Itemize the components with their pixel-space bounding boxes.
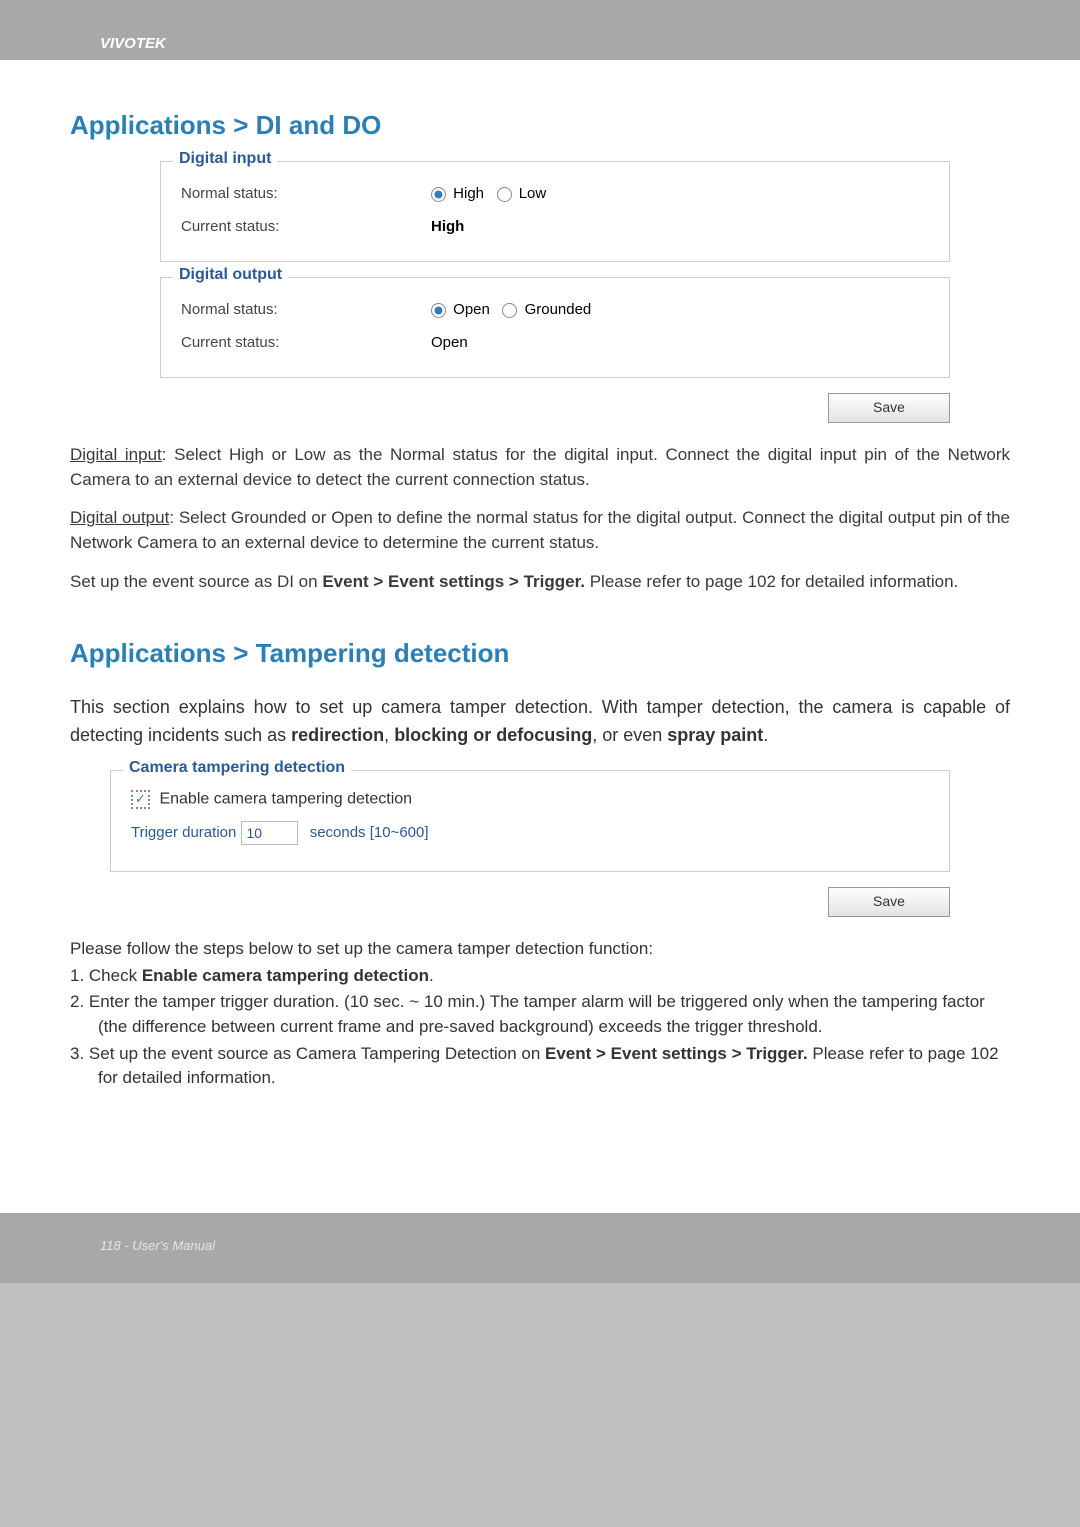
section-title-dido: Applications > DI and DO bbox=[70, 110, 1010, 141]
digital-output-paragraph: Digital output: Select Grounded or Open … bbox=[70, 506, 1010, 555]
do-current-status-value: Open bbox=[431, 334, 468, 351]
page-footer: 118 - User's Manual bbox=[0, 1213, 1080, 1283]
di-normal-status-label: Normal status: bbox=[181, 185, 431, 202]
intro-b: redirection bbox=[291, 725, 384, 745]
do-para-text: : Select Grounded or Open to define the … bbox=[70, 508, 1010, 552]
camera-tampering-legend: Camera tampering detection bbox=[123, 759, 351, 777]
enable-tampering-label: Enable camera tampering detection bbox=[159, 791, 412, 808]
intro-c: , bbox=[384, 725, 394, 745]
step1-bold: Enable camera tampering detection bbox=[142, 966, 429, 985]
event-text-c: Please refer to page 102 for detailed in… bbox=[585, 572, 958, 591]
radio-open-label: Open bbox=[453, 301, 490, 318]
event-text-b: Event > Event settings > Trigger. bbox=[322, 572, 585, 591]
intro-f: spray paint bbox=[667, 725, 763, 745]
di-underline: Digital input bbox=[70, 445, 162, 464]
brand-text: VIVOTEK bbox=[100, 35, 166, 52]
step-1: 1. Check Enable camera tampering detecti… bbox=[70, 964, 1010, 989]
step-3: 3. Set up the event source as Camera Tam… bbox=[70, 1042, 1010, 1091]
radio-grounded-icon[interactable] bbox=[502, 303, 517, 318]
digital-output-fieldset: Digital output Normal status: Open Groun… bbox=[160, 277, 950, 378]
radio-high-icon[interactable] bbox=[431, 187, 446, 202]
step3-pre: 3. Set up the event source as Camera Tam… bbox=[70, 1044, 545, 1063]
steps-lead: Please follow the steps below to set up … bbox=[70, 937, 1010, 962]
camera-tampering-fieldset: Camera tampering detection ✓ Enable came… bbox=[110, 770, 950, 872]
intro-d: blocking or defocusing bbox=[394, 725, 592, 745]
radio-low-label: Low bbox=[519, 185, 547, 202]
save-button-tamper[interactable]: Save bbox=[828, 887, 950, 917]
radio-open-icon[interactable] bbox=[431, 303, 446, 318]
steps-block: Please follow the steps below to set up … bbox=[70, 937, 1010, 1091]
trigger-duration-input[interactable]: 10 bbox=[241, 821, 298, 845]
intro-e: , or even bbox=[592, 725, 667, 745]
di-current-status-value: High bbox=[431, 218, 464, 235]
do-underline: Digital output bbox=[70, 508, 169, 527]
event-text-a: Set up the event source as DI on bbox=[70, 572, 322, 591]
step1-post: . bbox=[429, 966, 434, 985]
step3-bold: Event > Event settings > Trigger. bbox=[545, 1044, 808, 1063]
di-para-text: : Select High or Low as the Normal statu… bbox=[70, 445, 1010, 489]
digital-input-fieldset: Digital input Normal status: High Low Cu… bbox=[160, 161, 950, 262]
do-normal-status-label: Normal status: bbox=[181, 301, 431, 318]
digital-input-legend: Digital input bbox=[173, 150, 277, 168]
radio-low-icon[interactable] bbox=[497, 187, 512, 202]
event-setup-paragraph: Set up the event source as DI on Event >… bbox=[70, 570, 1010, 595]
trigger-duration-label: Trigger duration bbox=[131, 824, 236, 841]
digital-output-legend: Digital output bbox=[173, 266, 288, 284]
section-title-tamper: Applications > Tampering detection bbox=[70, 638, 1010, 669]
enable-tampering-checkbox[interactable]: ✓ bbox=[131, 790, 150, 809]
trigger-duration-suffix: seconds [10~600] bbox=[310, 824, 429, 841]
page-header: VIVOTEK bbox=[0, 0, 1080, 60]
footer-text: 118 - User's Manual bbox=[100, 1238, 215, 1253]
step-2: 2. Enter the tamper trigger duration. (1… bbox=[70, 990, 1010, 1039]
step1-pre: 1. Check bbox=[70, 966, 142, 985]
intro-g: . bbox=[763, 725, 768, 745]
tamper-intro: This section explains how to set up came… bbox=[70, 694, 1010, 750]
save-button[interactable]: Save bbox=[828, 393, 950, 423]
digital-input-paragraph: Digital input: Select High or Low as the… bbox=[70, 443, 1010, 492]
do-current-status-label: Current status: bbox=[181, 334, 431, 351]
radio-grounded-label: Grounded bbox=[525, 301, 592, 318]
radio-high-label: High bbox=[453, 185, 484, 202]
di-current-status-label: Current status: bbox=[181, 218, 431, 235]
